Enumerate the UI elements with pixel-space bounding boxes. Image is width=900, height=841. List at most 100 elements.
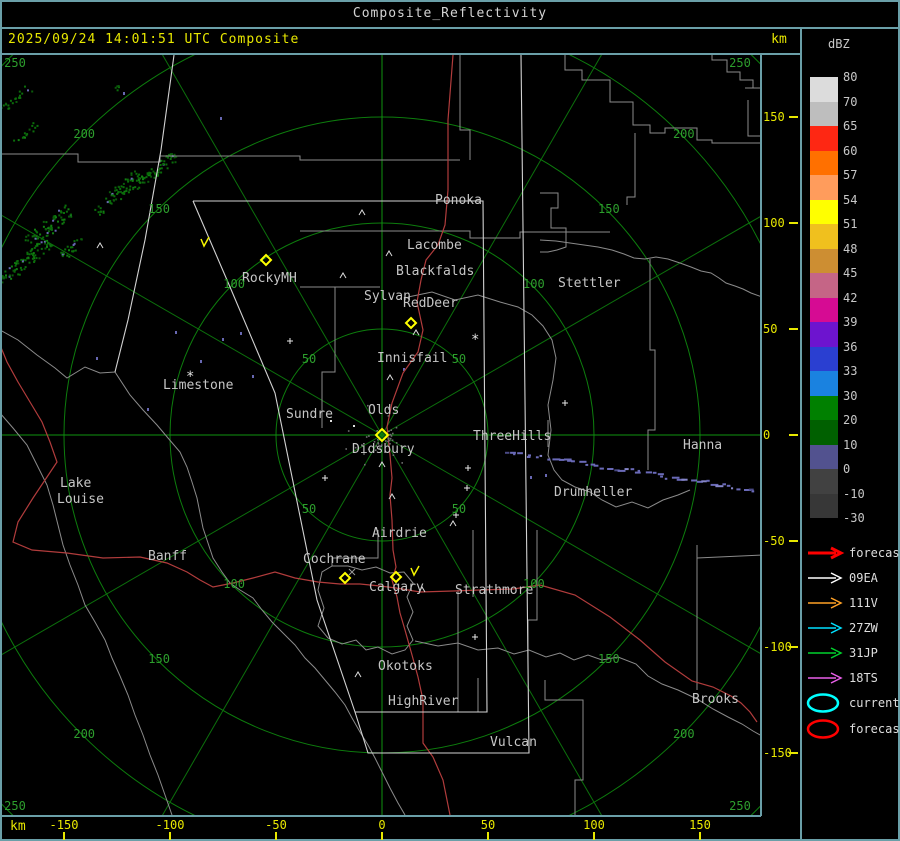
radar-echo-pixel [64, 204, 67, 207]
caret-town-marker-icon [96, 242, 104, 249]
radar-echo-pixel [19, 94, 21, 97]
radar-echo-pixel [112, 194, 115, 197]
city-label-vulcan: Vulcan [490, 735, 537, 750]
radar-echo-pixel [63, 218, 66, 221]
city-label-okotoks: Okotoks [378, 659, 433, 674]
colorbar-swatch-33 [810, 371, 838, 396]
colorbar-swatch-80 [810, 77, 838, 102]
radar-echo-pixel [173, 156, 176, 159]
y-axis-unit-label: km [771, 32, 787, 47]
echo-streak-dash [585, 463, 589, 466]
colorbar-swatch-30 [810, 395, 838, 420]
x-tick-label: 0 [378, 818, 386, 832]
caret-town-marker-icon [339, 272, 347, 279]
radar-echo-pixel [97, 205, 100, 208]
radar-echo-pixel [134, 186, 137, 189]
colorbar-swatch-20 [810, 420, 838, 445]
radar-echo-pixel [70, 215, 73, 218]
radar-echo-pixel [160, 171, 163, 174]
colorbar-swatch-48 [810, 248, 838, 273]
colorbar-swatch-51 [810, 224, 838, 249]
echo-streak-dash [630, 468, 635, 471]
legend-arrowhead-icon [830, 546, 845, 560]
radar-echo-pixel [136, 187, 139, 190]
check-marker-icon [410, 565, 420, 577]
radar-echo-pixel [545, 474, 547, 477]
range-ring-label: 200 [73, 127, 96, 142]
radar-echo-pixel [34, 237, 37, 240]
radar-echo-pixel [109, 200, 112, 203]
range-ring-label-250: 250 [4, 799, 26, 813]
city-label-blackfalds: Blackfalds [396, 264, 475, 279]
range-ring-label: 50 [301, 501, 317, 516]
echo-streak-dash [664, 477, 668, 480]
legend-arrowhead-icon [830, 622, 843, 634]
timestamp-label: 2025/09/24 14:01:51 UTC Composite [8, 32, 300, 47]
radar-echo-pixel [64, 248, 67, 251]
range-ring-label: 150 [148, 202, 170, 217]
radar-echo-pixel [171, 153, 173, 156]
echo-streak-dash [505, 451, 510, 454]
radar-echo-pixel [123, 192, 126, 195]
legend-label-forecast: forecast [849, 546, 900, 560]
city-label-cochrane: Cochrane [303, 552, 366, 567]
radar-map-canvas[interactable] [0, 0, 900, 841]
colorbar-tick-label: -10 [843, 486, 865, 501]
radar-echo-pixel [2, 277, 5, 280]
radar-echo-pixel [68, 249, 70, 252]
echo-streak-dash [748, 488, 754, 491]
colorbar-swatch-0 [810, 469, 838, 494]
echo-streak-dash [645, 471, 652, 474]
caret-town-marker-icon [449, 520, 457, 527]
clutter-pixel [347, 430, 350, 432]
radar-echo-pixel [73, 242, 76, 245]
radar-echo-pixel [125, 187, 128, 190]
x-tick-mark [63, 832, 65, 840]
radar-echo-pixel [42, 252, 45, 255]
radar-echo-pixel [61, 218, 64, 221]
city-label-highriver: HighRiver [388, 694, 459, 709]
colorbar-swatch--10 [810, 493, 838, 518]
radar-echo-pixel [9, 99, 12, 102]
radar-echo-pixel [121, 192, 124, 195]
x-tick-label: 50 [480, 818, 496, 832]
check-marker-icon [200, 236, 210, 248]
radar-echo-pixel [94, 208, 97, 211]
radar-echo-pixel [96, 357, 98, 360]
radar-echo-pixel [76, 239, 79, 242]
radar-echo-pixel [46, 244, 48, 246]
county-boundary [696, 554, 760, 559]
radar-echo-pixel [32, 252, 35, 255]
radar-echo-pixel [11, 274, 14, 277]
radar-echo-pixel [10, 265, 13, 268]
radar-echo-pixel [200, 360, 202, 363]
radar-echo-pixel [71, 246, 74, 249]
x-tick-mark [699, 832, 701, 840]
radar-echo-pixel [63, 212, 65, 214]
colorbar-tick-label: 42 [843, 290, 858, 305]
radar-echo-pixel [45, 234, 48, 237]
echo-streak-dash [593, 464, 599, 467]
city-label-stettler: Stettler [558, 276, 621, 291]
radar-echo-pixel [14, 264, 17, 267]
radar-echo-pixel [73, 240, 76, 243]
legend-symbols [806, 546, 845, 739]
radar-echo-pixel [60, 211, 63, 214]
radar-echo-pixel [50, 224, 53, 227]
colorbar-tick-label: 48 [843, 241, 858, 256]
radar-echo-pixel [138, 173, 141, 176]
colorbar-swatch-45 [810, 273, 838, 298]
county-boundary [747, 100, 760, 137]
radar-echo-pixel [152, 170, 155, 173]
radar-echo-pixel [46, 245, 48, 248]
radar-echo-pixel [240, 332, 242, 335]
radar-echo-pixel [66, 245, 69, 248]
county-boundary [414, 640, 760, 736]
radar-echo-pixel [124, 178, 127, 181]
echo-streak-dash [559, 458, 565, 461]
radar-echo-pixel [24, 85, 26, 88]
range-ring-label: 200 [73, 726, 96, 741]
radar-echo-pixel [163, 160, 166, 163]
radar-echo-pixel [20, 268, 23, 271]
colorbar-tick-label: 60 [843, 143, 858, 158]
